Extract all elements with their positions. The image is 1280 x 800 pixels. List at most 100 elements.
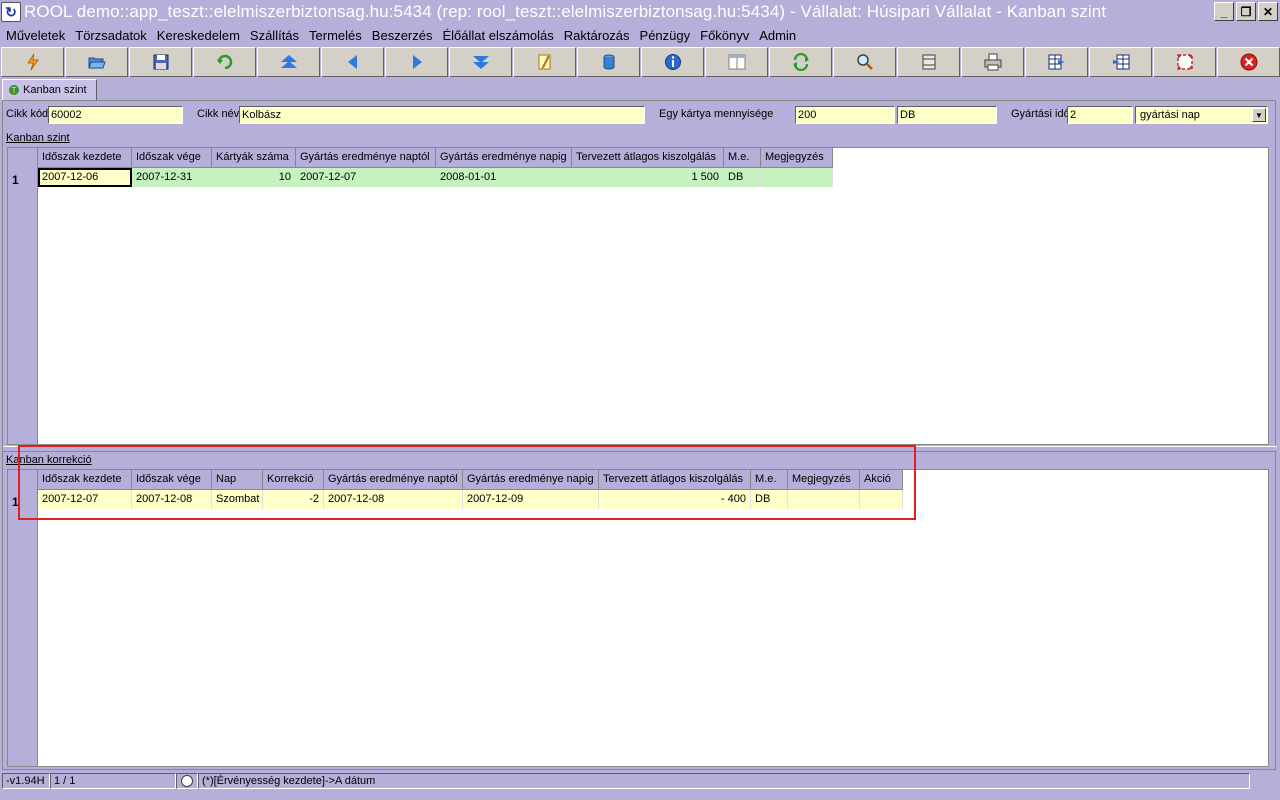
status-radio[interactable] (176, 773, 198, 789)
menu-kereskedelem[interactable]: Kereskedelem (157, 28, 240, 43)
kanban-korrekcio-grid: Időszak kezdete Időszak vége Nap Korrekc… (7, 469, 1269, 767)
table-import-button[interactable] (1089, 47, 1152, 77)
menu-admin[interactable]: Admin (759, 28, 796, 43)
column-header[interactable]: Időszak kezdete (38, 148, 132, 168)
column-header[interactable]: Korrekció (263, 470, 324, 490)
search-button[interactable] (833, 47, 896, 77)
database-button[interactable] (577, 47, 640, 77)
column-header[interactable]: Kártyák száma (212, 148, 296, 168)
column-header[interactable]: Gyártás eredménye naptól (324, 470, 463, 490)
table-cell[interactable]: 2007-12-07 (296, 168, 436, 187)
row-number[interactable]: 1 (8, 169, 38, 188)
table-cell[interactable]: 2007-12-08 (324, 490, 463, 509)
table-cell[interactable]: DB (724, 168, 761, 187)
database-icon (603, 54, 614, 70)
next-record-icon (412, 55, 422, 69)
grid-lines-button[interactable] (897, 47, 960, 77)
maximize-button[interactable] (1153, 47, 1216, 77)
print-button[interactable] (961, 47, 1024, 77)
kanban-szint-header: Időszak kezdete Időszak vége Kártyák szá… (38, 148, 833, 168)
cikk-nev-label: Cikk név (197, 108, 240, 120)
table-cell[interactable]: Szombat (212, 490, 263, 509)
tab-kanban-szint[interactable]: T Kanban szint (2, 79, 97, 101)
first-record-button[interactable] (257, 47, 320, 77)
table-cell[interactable]: 1 500 (572, 168, 724, 187)
title-bar: ↻ ROOL demo::app_teszt::elelmiszerbizton… (0, 0, 1280, 24)
column-header[interactable]: Időszak kezdete (38, 470, 132, 490)
table-cell[interactable] (761, 168, 833, 187)
table-cell[interactable]: -2 (263, 490, 324, 509)
status-bar: -v1.94H 1 / 1 (*)[Érvényesség kezdete]->… (0, 772, 1280, 790)
table-row[interactable]: 2007-12-06 2007-12-31 10 2007-12-07 2008… (38, 168, 833, 187)
menu-penzugy[interactable]: Pénzügy (640, 28, 691, 43)
menu-beszerzes[interactable]: Beszerzés (372, 28, 433, 43)
menu-fokonyv[interactable]: Főkönyv (700, 28, 749, 43)
save-button[interactable] (129, 47, 192, 77)
table-cell[interactable]: DB (751, 490, 788, 509)
layout-button[interactable] (705, 47, 768, 77)
menu-muveletek[interactable]: Műveletek (6, 28, 65, 43)
table-cell[interactable]: 2007-12-31 (132, 168, 212, 187)
tab-form-icon: T (9, 85, 19, 95)
header-fields: Cikk kód 60002 Cikk név Kolbász Egy kárt… (3, 105, 1273, 125)
column-header[interactable]: Gyártás eredménye napig (436, 148, 572, 168)
table-cell[interactable]: 2007-12-06 (38, 168, 132, 187)
table-export-button[interactable] (1025, 47, 1088, 77)
column-header[interactable]: M.e. (724, 148, 761, 168)
column-header[interactable]: Tervezett átlagos kiszolgálás (599, 470, 751, 490)
column-header[interactable]: Gyártás eredménye napig (463, 470, 599, 490)
menu-eloallat-elszamolas[interactable]: Élőállat elszámolás (443, 28, 554, 43)
table-cell[interactable]: 2007-12-07 (38, 490, 132, 509)
next-record-button[interactable] (385, 47, 448, 77)
close-form-button[interactable] (1217, 47, 1280, 77)
menu-termeles[interactable]: Termelés (309, 28, 362, 43)
column-header[interactable]: Időszak vége (132, 470, 212, 490)
flash-icon (26, 53, 39, 71)
cikk-nev-input[interactable]: Kolbász (239, 106, 645, 124)
edit-button[interactable] (513, 47, 576, 77)
table-cell[interactable]: 2007-12-08 (132, 490, 212, 509)
table-cell[interactable] (788, 490, 860, 509)
table-cell[interactable]: 2007-12-09 (463, 490, 599, 509)
table-cell[interactable]: 10 (212, 168, 296, 187)
chevron-down-icon[interactable]: ▼ (1252, 108, 1266, 122)
previous-record-button[interactable] (321, 47, 384, 77)
row-number[interactable]: 1 (8, 491, 38, 510)
first-record-icon (280, 55, 297, 68)
restore-button[interactable]: ❐ (1236, 2, 1256, 21)
save-icon (153, 54, 168, 70)
menu-szallitas[interactable]: Szállítás (250, 28, 299, 43)
edit-icon (538, 54, 550, 70)
flash-button[interactable] (1, 47, 64, 77)
last-record-button[interactable] (449, 47, 512, 77)
grid-lines-icon (922, 54, 935, 70)
column-header[interactable]: Időszak vége (132, 148, 212, 168)
table-cell[interactable]: - 400 (599, 490, 751, 509)
table-cell[interactable]: 2008-01-01 (436, 168, 572, 187)
menu-torzsadatok[interactable]: Törzsadatok (75, 28, 147, 43)
cikk-kod-input[interactable]: 60002 (48, 106, 183, 124)
kartya-mennyiseg-input[interactable]: 200 (795, 106, 895, 124)
gyartasi-ido-input[interactable]: 2 (1067, 106, 1133, 124)
kartya-unit-input[interactable]: DB (897, 106, 997, 124)
menu-raktarozas[interactable]: Raktározás (564, 28, 630, 43)
minimize-button[interactable]: _ (1214, 2, 1234, 21)
radio-icon[interactable] (181, 775, 193, 788)
column-header[interactable]: M.e. (751, 470, 788, 490)
open-button[interactable] (65, 47, 128, 77)
info-button[interactable] (641, 47, 704, 77)
undo-button[interactable] (193, 47, 256, 77)
reload-button[interactable] (769, 47, 832, 77)
column-header[interactable]: Gyártás eredménye naptól (296, 148, 436, 168)
splitter-handle[interactable] (3, 446, 1277, 452)
gyartasi-ido-unit-select[interactable]: gyártási nap ▼ (1135, 106, 1268, 124)
column-header[interactable]: Tervezett átlagos kiszolgálás (572, 148, 724, 168)
kanban-szint-grid: Időszak kezdete Időszak vége Kártyák szá… (7, 147, 1269, 445)
table-cell[interactable] (860, 490, 903, 509)
column-header[interactable]: Megjegyzés (761, 148, 833, 168)
column-header[interactable]: Megjegyzés (788, 470, 860, 490)
column-header[interactable]: Akció (860, 470, 903, 490)
close-window-button[interactable]: ✕ (1258, 2, 1278, 21)
column-header[interactable]: Nap (212, 470, 263, 490)
table-row[interactable]: 2007-12-07 2007-12-08 Szombat -2 2007-12… (38, 490, 903, 509)
